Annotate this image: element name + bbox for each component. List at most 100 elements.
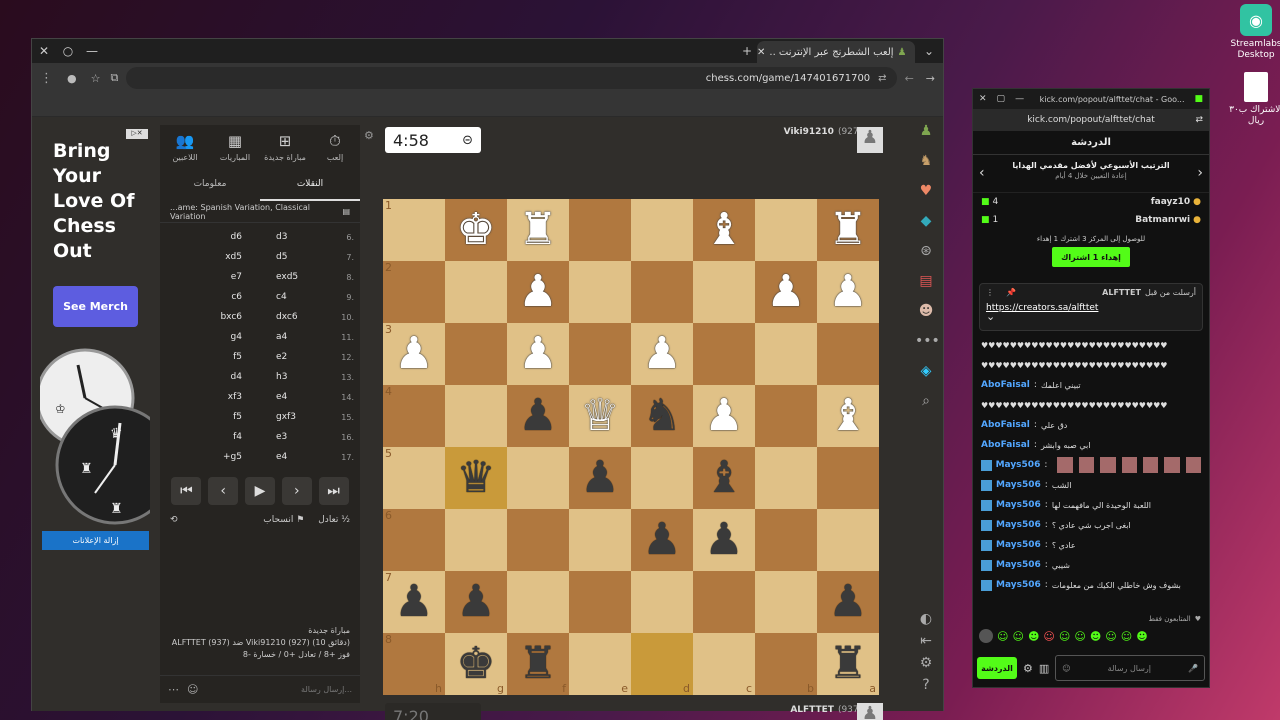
last-move-button[interactable]: ⏭: [318, 477, 349, 505]
board-square[interactable]: 2: [383, 261, 445, 323]
board-square[interactable]: ♞: [631, 385, 693, 447]
emote[interactable]: ☺: [1012, 630, 1023, 643]
board-square[interactable]: ♝: [693, 199, 755, 261]
emoji-icon[interactable]: ☺: [187, 683, 198, 696]
black-move[interactable]: d4: [192, 372, 242, 382]
pin-icon[interactable]: 📌: [1006, 288, 1016, 297]
more-icon[interactable]: •••: [915, 333, 940, 349]
board-square[interactable]: ♟: [507, 323, 569, 385]
emote[interactable]: ☻: [1028, 630, 1039, 643]
flip-board-icon[interactable]: ⟲: [170, 515, 178, 525]
chat-username[interactable]: Mays506: [996, 480, 1041, 490]
diamond-icon[interactable]: ◈: [915, 363, 937, 379]
emote[interactable]: ☺: [1074, 630, 1085, 643]
board-square[interactable]: [631, 571, 693, 633]
white-move[interactable]: e3: [276, 432, 326, 442]
board-square[interactable]: f ♜: [507, 633, 569, 695]
emote[interactable]: ☺: [1059, 630, 1070, 643]
bottom-avatar[interactable]: ♟: [857, 703, 883, 720]
board-square[interactable]: e: [569, 633, 631, 695]
settings-gear-icon[interactable]: ⚙: [364, 129, 374, 142]
board-square[interactable]: [755, 385, 817, 447]
board-square[interactable]: ♜: [817, 199, 879, 261]
board-square[interactable]: ♛: [445, 447, 507, 509]
store-icon[interactable]: ▥: [1039, 662, 1049, 675]
chat-username[interactable]: AboFaisal: [981, 420, 1030, 430]
white-move[interactable]: gxf3: [276, 412, 326, 422]
chat-username[interactable]: AboFaisal: [981, 440, 1030, 450]
url-field[interactable]: chess.com/game/147401671700 ⇄: [126, 67, 897, 89]
white-move[interactable]: d3: [276, 232, 326, 242]
puzzles-icon[interactable]: ♞: [915, 153, 937, 169]
board-square[interactable]: ♜: [507, 199, 569, 261]
settings-icon[interactable]: ⚙: [1023, 662, 1033, 675]
board-square[interactable]: [507, 447, 569, 509]
board-square[interactable]: [445, 261, 507, 323]
chess-piece[interactable]: ♝: [704, 456, 743, 500]
menu-icon[interactable]: ⋮: [40, 71, 53, 86]
board-square[interactable]: ♟: [693, 385, 755, 447]
chess-piece[interactable]: ♟: [704, 518, 743, 562]
chevron-right-icon[interactable]: ›: [1197, 165, 1203, 181]
board-square[interactable]: 7 ♟: [383, 571, 445, 633]
chat-username[interactable]: Mays506: [996, 580, 1041, 590]
more-icon[interactable]: ⋯: [168, 683, 179, 696]
emote[interactable]: ☺: [1105, 630, 1116, 643]
board-square[interactable]: ♟: [507, 385, 569, 447]
board-square[interactable]: a ♜: [817, 633, 879, 695]
draw-button[interactable]: تعادل ½: [318, 515, 350, 525]
white-move[interactable]: dxc6: [276, 312, 326, 322]
resign-button[interactable]: انسحاب ⚑: [263, 515, 304, 525]
chess-piece[interactable]: ♟: [766, 270, 805, 314]
board-square[interactable]: ♟: [631, 323, 693, 385]
chess-piece[interactable]: ♟: [518, 394, 557, 438]
white-move[interactable]: e4: [276, 452, 326, 462]
board-square[interactable]: [569, 509, 631, 571]
back-icon[interactable]: ←: [905, 72, 914, 85]
chat-username[interactable]: Mays506: [996, 560, 1041, 570]
tab-chess[interactable]: ♟ إلعب الشطرنج عبر الإنترنت .. ✕: [757, 41, 915, 63]
black-move[interactable]: d6: [192, 232, 242, 242]
chess-piece[interactable]: ♝: [704, 208, 743, 252]
board-square[interactable]: 5: [383, 447, 445, 509]
chevron-left-icon[interactable]: ‹: [979, 165, 985, 181]
chess-piece[interactable]: ♟: [828, 270, 867, 314]
minimize-window-icon[interactable]: —: [80, 39, 104, 63]
board-square[interactable]: d: [631, 633, 693, 695]
white-move[interactable]: e2: [276, 352, 326, 362]
board-square[interactable]: [817, 323, 879, 385]
chat-username[interactable]: Mays506: [996, 500, 1041, 510]
board-square[interactable]: [507, 571, 569, 633]
board-square[interactable]: ♚: [445, 199, 507, 261]
black-move[interactable]: f4: [192, 432, 242, 442]
chess-piece[interactable]: ♟: [828, 580, 867, 624]
close-window-icon[interactable]: ✕: [32, 39, 56, 63]
chess-piece[interactable]: ♛: [456, 456, 495, 500]
chat-url[interactable]: kick.com/popout/alfttet/chat: [1027, 115, 1155, 125]
chess-piece[interactable]: ♟: [518, 332, 557, 376]
board-square[interactable]: ♟: [445, 571, 507, 633]
chess-piece[interactable]: ♟: [518, 270, 557, 314]
emote[interactable]: ☻: [1090, 630, 1101, 643]
message-input[interactable]: إرسال رسالة...: [301, 685, 352, 694]
desktop-icon-file[interactable]: الاشتراك ب٣٠ ريال: [1226, 72, 1280, 127]
board-square[interactable]: [445, 385, 507, 447]
profile-icon[interactable]: ●: [67, 72, 77, 85]
chess-piece[interactable]: ♜: [518, 208, 557, 252]
board-square[interactable]: c: [693, 633, 755, 695]
board-square[interactable]: [631, 261, 693, 323]
chess-logo-icon[interactable]: ♟: [915, 123, 937, 139]
white-move[interactable]: a4: [276, 332, 326, 342]
see-merch-button[interactable]: See Merch: [53, 286, 138, 327]
board-square[interactable]: b: [755, 633, 817, 695]
board-square[interactable]: 1: [383, 199, 445, 261]
restore-window-icon[interactable]: ▢: [997, 94, 1006, 104]
black-move[interactable]: +g5: [192, 452, 242, 462]
board-square[interactable]: [693, 323, 755, 385]
emote[interactable]: ☻: [1136, 630, 1147, 643]
board-square[interactable]: ♟: [507, 261, 569, 323]
chess-piece[interactable]: ♟: [580, 456, 619, 500]
chess-piece[interactable]: ♜: [518, 642, 557, 686]
board-square[interactable]: [569, 261, 631, 323]
board-square[interactable]: ♝: [693, 447, 755, 509]
